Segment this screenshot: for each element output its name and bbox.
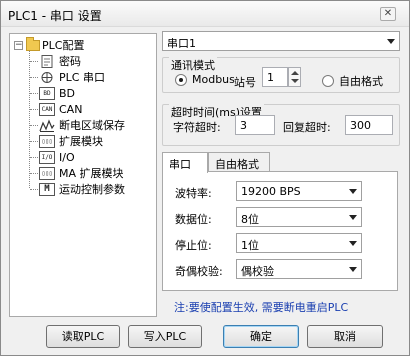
tab-label: 自由格式 xyxy=(215,158,259,171)
station-input[interactable]: 1 xyxy=(262,67,288,87)
char-timeout-label: 字符超时: xyxy=(173,121,221,134)
button-label: 写入PLC xyxy=(143,330,187,343)
databits-select[interactable]: 8位 xyxy=(236,207,362,227)
radio-selected-icon xyxy=(175,73,187,86)
free-format-label: 自由格式 xyxy=(339,75,383,88)
stopbits-value: 1位 xyxy=(241,239,259,252)
modbus-radio[interactable]: Modbus xyxy=(175,73,235,86)
baud-label: 波特率: xyxy=(175,187,212,200)
tree-item-label: CAN xyxy=(59,102,83,116)
serial-port-icon xyxy=(39,70,55,84)
parity-select[interactable]: 偶校验 xyxy=(236,259,362,279)
parity-value: 偶校验 xyxy=(241,265,274,278)
station-spinner[interactable] xyxy=(288,67,301,87)
io-icon: I/O xyxy=(39,150,55,164)
tab-label: 串口 xyxy=(169,158,191,171)
tree-item-label: 扩展模块 xyxy=(59,135,103,148)
baud-value: 19200 BPS xyxy=(241,185,301,198)
can-bus-icon: CAN xyxy=(39,102,55,116)
cancel-button[interactable]: 取消 xyxy=(307,325,383,348)
tree-item-label: 运动控制参数 xyxy=(59,183,125,196)
password-doc-icon xyxy=(39,54,55,68)
databits-label: 数据位: xyxy=(175,213,212,226)
tree-item-label: BD xyxy=(59,86,76,100)
title-bar[interactable]: PLC1 - 串口 设置 ✕ xyxy=(1,1,409,27)
bd-board-icon: BD xyxy=(39,86,55,100)
write-plc-button[interactable]: 写入PLC xyxy=(128,325,202,348)
tab-free-format[interactable]: 自由格式 xyxy=(208,152,270,172)
ok-button[interactable]: 确定 xyxy=(223,325,299,348)
motion-control-icon: M xyxy=(39,182,55,196)
tree-root-plc-config[interactable]: − PLC配置 xyxy=(14,36,85,53)
read-plc-button[interactable]: 读取PLC xyxy=(46,325,120,348)
power-off-retain-icon xyxy=(39,118,55,132)
tree-item-plc-serial[interactable]: PLC 串口 xyxy=(30,69,105,85)
databits-value: 8位 xyxy=(241,213,259,226)
spin-down-icon[interactable] xyxy=(291,79,299,83)
collapse-icon[interactable]: − xyxy=(14,40,23,50)
expansion-module-icon: ▯▯▯ xyxy=(39,134,55,148)
tree-item-motion-control[interactable]: M 运动控制参数 xyxy=(30,181,125,197)
tree-item-io[interactable]: I/O I/O xyxy=(30,149,75,165)
restart-note: 注:要使配置生效, 需要断电重启PLC xyxy=(174,301,349,314)
station-label: 站号 xyxy=(234,76,256,89)
button-label: 确定 xyxy=(250,330,272,343)
stopbits-label: 停止位: xyxy=(175,239,212,252)
reply-timeout-label: 回复超时: xyxy=(283,121,331,134)
spin-up-icon[interactable] xyxy=(291,71,299,75)
modbus-label: Modbus xyxy=(192,73,235,86)
close-icon: ✕ xyxy=(383,8,393,19)
tree-item-label: 密码 xyxy=(59,55,81,68)
folder-icon xyxy=(26,36,40,51)
tree-item-password[interactable]: 密码 xyxy=(30,53,81,69)
tree-item-power-retain[interactable]: 断电区域保存 xyxy=(30,117,125,133)
char-timeout-input[interactable]: 3 xyxy=(235,115,275,135)
tree-item-label: I/O xyxy=(59,150,75,164)
tree-item-can[interactable]: CAN CAN xyxy=(30,101,82,117)
tree-item-label: 断电区域保存 xyxy=(59,119,125,132)
tab-serial[interactable]: 串口 xyxy=(162,152,208,173)
ma-expansion-icon: ▯▯▯ xyxy=(39,166,55,180)
chevron-down-icon xyxy=(387,39,395,44)
port-select[interactable]: 串口1 xyxy=(162,31,400,51)
station-value: 1 xyxy=(267,71,274,84)
reply-timeout-input[interactable]: 300 xyxy=(345,115,393,135)
close-button[interactable]: ✕ xyxy=(380,7,396,21)
config-tree[interactable]: − PLC配置 密码 PLC 串口 BD BD CAN CAN 断电区域保存 ▯… xyxy=(9,33,157,317)
char-timeout-value: 3 xyxy=(240,119,247,132)
button-label: 取消 xyxy=(334,330,356,343)
tree-item-label: PLC 串口 xyxy=(59,71,105,84)
radio-unselected-icon xyxy=(322,75,334,87)
comm-mode-title: 通讯模式 xyxy=(169,57,217,73)
tree-item-bd[interactable]: BD BD xyxy=(30,85,75,101)
port-select-value: 串口1 xyxy=(167,37,196,50)
button-label: 读取PLC xyxy=(61,330,105,343)
baud-select[interactable]: 19200 BPS xyxy=(236,181,362,201)
chevron-down-icon xyxy=(349,189,357,194)
chevron-down-icon xyxy=(349,241,357,246)
tree-item-label: MA 扩展模块 xyxy=(59,167,124,180)
free-format-radio[interactable]: 自由格式 xyxy=(322,73,383,89)
parity-label: 奇偶校验: xyxy=(175,265,223,278)
chevron-down-icon xyxy=(349,267,357,272)
stopbits-select[interactable]: 1位 xyxy=(236,233,362,253)
tree-item-ma-expansion[interactable]: ▯▯▯ MA 扩展模块 xyxy=(30,165,124,181)
tree-root-label: PLC配置 xyxy=(42,39,85,52)
window-title: PLC1 - 串口 设置 xyxy=(8,9,102,23)
reply-timeout-value: 300 xyxy=(350,119,371,132)
chevron-down-icon xyxy=(349,215,357,220)
tree-item-expansion-module[interactable]: ▯▯▯ 扩展模块 xyxy=(30,133,103,149)
settings-dialog: PLC1 - 串口 设置 ✕ − PLC配置 密码 PLC 串口 BD BD C… xyxy=(0,0,410,356)
